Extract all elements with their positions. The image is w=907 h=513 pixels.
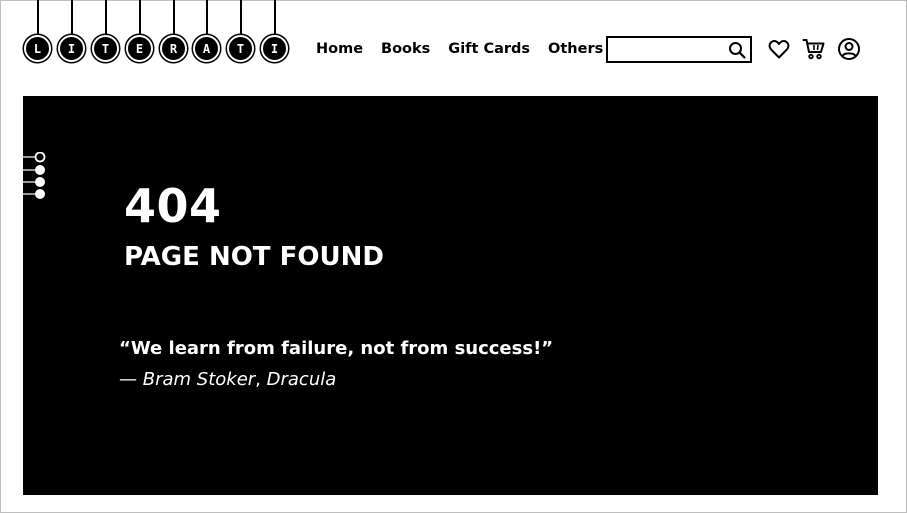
nav-item-others[interactable]: Others [548,38,603,60]
logo-string [71,0,73,36]
search-input[interactable] [612,40,724,59]
search-button[interactable] [727,39,747,60]
wishlist-button[interactable] [767,37,791,61]
error-code: 404 [124,179,222,233]
attribution-dash: — [119,369,143,390]
logo-string [173,0,175,36]
logo-letter: A [193,35,220,62]
decorative-knobs [23,152,46,199]
quote-author: Bram Stoker [142,369,256,390]
heart-icon [768,40,790,59]
logo-string [274,0,276,36]
nav-item-home[interactable]: Home [316,38,363,60]
logo-letter: T [92,35,119,62]
logo-letter: I [58,35,85,62]
user-icon [838,38,860,60]
nav-item-books[interactable]: Books [381,38,430,60]
logo-string [206,0,208,36]
cart-icon [802,39,825,60]
logo-letter: L [24,35,51,62]
account-button[interactable] [837,37,861,61]
logo-string [105,0,107,36]
quote-attribution: — Bram Stoker, Dracula [119,368,336,392]
logo-string [240,0,242,36]
literati-logo[interactable]: L I T E R A T I [24,0,294,64]
quote-work: Dracula [266,369,337,390]
attribution-separator: , [255,369,267,390]
logo-letter: E [126,35,153,62]
logo-string [37,0,39,36]
search-box [606,36,752,63]
logo-string [139,0,141,36]
error-message: PAGE NOT FOUND [124,242,384,272]
search-icon [729,41,746,59]
logo-letter: R [160,35,187,62]
main-nav: Home Books Gift Cards Others [316,38,621,60]
nav-item-gift-cards[interactable]: Gift Cards [448,38,530,60]
cart-button[interactable] [802,37,826,61]
quote-text: “We learn from failure, not from success… [119,338,554,359]
error-panel: 404 PAGE NOT FOUND “We learn from failur… [23,96,878,495]
logo-letter: T [227,35,254,62]
logo-letter: I [261,35,288,62]
